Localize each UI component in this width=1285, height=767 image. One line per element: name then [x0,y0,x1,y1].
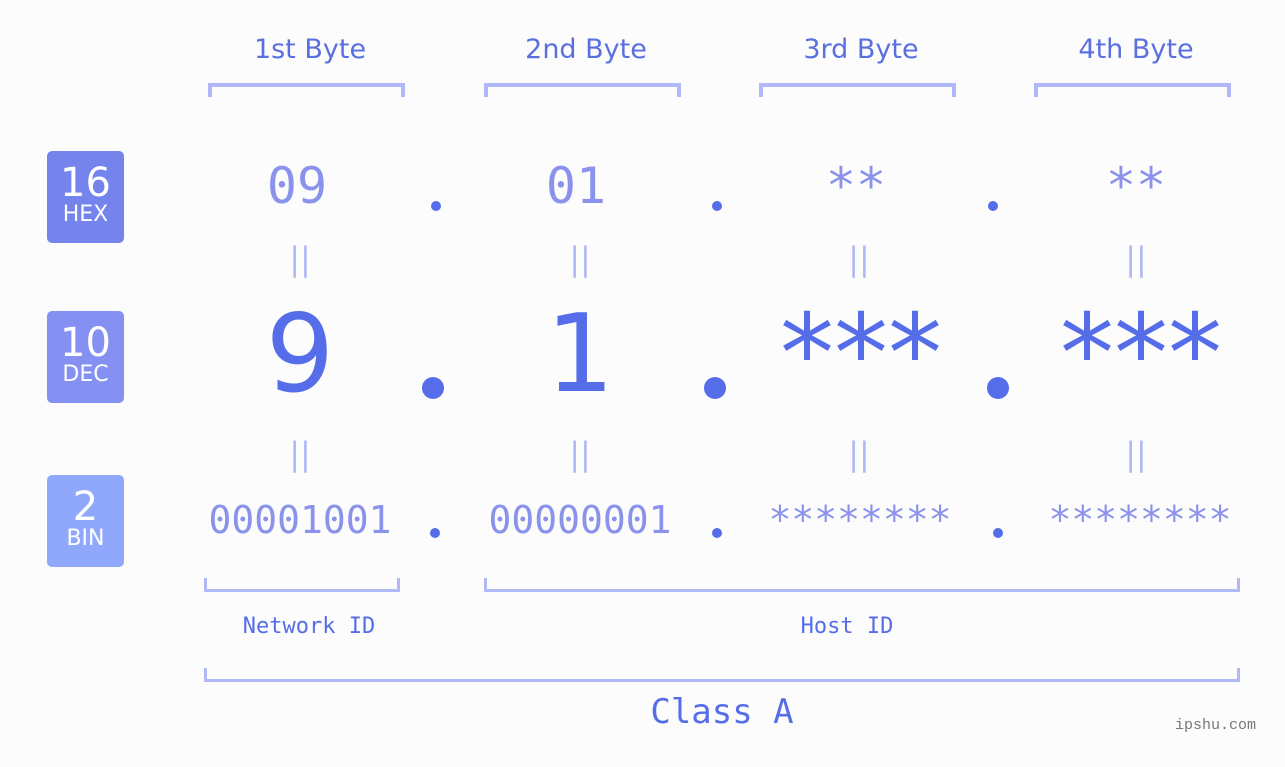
dec-badge-label: DEC [62,362,109,387]
hex-byte-3: ** [825,157,887,215]
dec-badge: 10 DEC [47,311,124,403]
class-bracket [204,668,1240,682]
equals-sign: || [848,240,870,278]
equals-sign: || [1125,435,1147,473]
bin-badge: 2 BIN [47,475,124,567]
equals-sign: || [848,435,870,473]
dec-dot-3 [987,377,1009,399]
bin-badge-label: BIN [66,526,105,551]
network-id-label: Network ID [242,614,376,639]
dec-byte-3: *** [780,292,942,417]
network-id-bracket [204,578,400,592]
dec-byte-2: 1 [545,292,615,417]
equals-sign: || [1125,240,1147,278]
equals-sign: || [289,435,311,473]
bin-badge-number: 2 [72,484,99,530]
hex-badge-number: 16 [60,160,111,206]
bin-dot-2 [712,528,722,538]
equals-sign: || [289,240,311,278]
hex-byte-1: 09 [266,157,328,215]
dec-byte-1: 9 [265,292,335,417]
byte-header-3: 3rd Byte [803,34,919,65]
hex-badge: 16 HEX [47,151,124,243]
dec-dot-2 [704,377,726,399]
byte-bracket-2 [484,83,681,97]
byte-header-1: 1st Byte [253,34,367,65]
hex-dot-3 [988,201,998,211]
class-label: Class A [650,692,794,732]
dec-badge-number: 10 [60,320,111,366]
byte-bracket-3 [759,83,956,97]
equals-sign: || [569,240,591,278]
dec-dot-1 [422,377,444,399]
hex-byte-2: 01 [545,157,607,215]
hex-dot-1 [431,201,441,211]
bin-byte-3: ******** [768,498,952,542]
bin-dot-1 [430,528,440,538]
hex-byte-4: ** [1105,157,1167,215]
watermark: ipshu.com [1175,717,1257,734]
byte-header-4: 4th Byte [1078,34,1194,65]
byte-bracket-1 [208,83,405,97]
host-id-label: Host ID [800,614,894,639]
byte-bracket-4 [1034,83,1231,97]
hex-badge-label: HEX [62,202,109,227]
equals-sign: || [569,435,591,473]
bin-byte-4: ******** [1048,498,1232,542]
byte-header-2: 2nd Byte [525,34,647,65]
bin-byte-1: 00001001 [208,498,392,542]
bin-dot-3 [993,528,1003,538]
host-id-bracket [484,578,1240,592]
hex-dot-2 [712,201,722,211]
bin-byte-2: 00000001 [488,498,672,542]
dec-byte-4: *** [1060,292,1222,417]
